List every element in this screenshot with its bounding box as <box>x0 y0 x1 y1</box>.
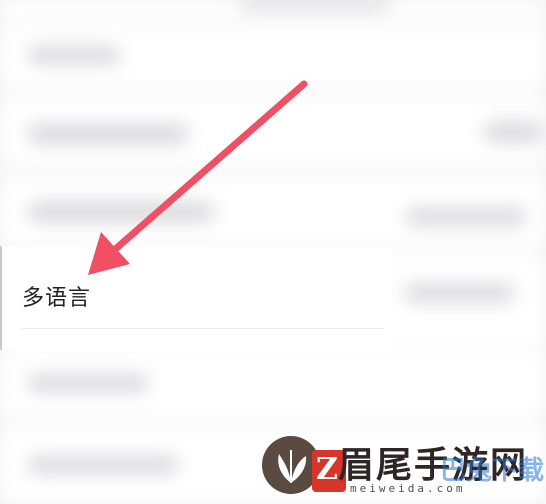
blurred-text <box>28 456 178 474</box>
settings-item-label: 多语言 <box>22 286 92 311</box>
divider <box>22 328 384 329</box>
blurred-text <box>240 0 390 10</box>
blurred-text <box>28 374 148 392</box>
blurred-value <box>484 122 542 142</box>
screenshot: 多语言 Z 眉尾手游网 巴兔下载 meiweida.com <box>0 0 546 504</box>
watermark: Z 眉尾手游网 巴兔下载 meiweida.com <box>262 432 546 504</box>
blurred-text <box>28 124 188 144</box>
blurred-value <box>406 208 526 226</box>
blurred-value <box>404 284 514 302</box>
blurred-text <box>28 46 120 64</box>
blurred-text <box>28 202 214 222</box>
watermark-url: meiweida.com <box>350 482 466 495</box>
watermark-mark-text: Z <box>316 452 338 487</box>
